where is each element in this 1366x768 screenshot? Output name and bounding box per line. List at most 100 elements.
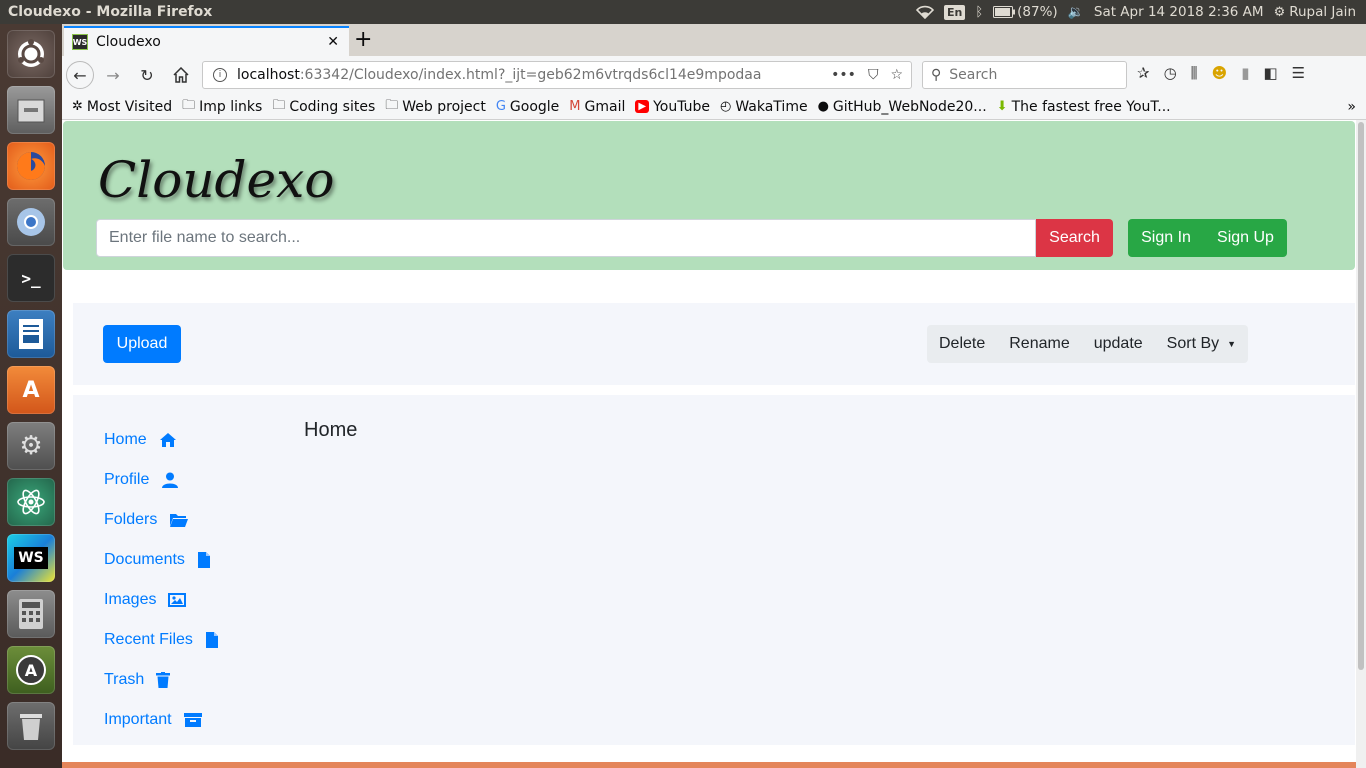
bookmark-label: The fastest free YouT... [1011, 98, 1171, 115]
files-icon[interactable] [7, 86, 55, 134]
library-icon[interactable]: ⫼ [1191, 64, 1198, 82]
info-icon[interactable]: i [213, 68, 227, 82]
writer-icon[interactable] [7, 310, 55, 358]
home-icon [159, 432, 177, 448]
ubuntu-dash-icon[interactable] [7, 30, 55, 78]
extension-icon[interactable]: ▮ [1241, 64, 1249, 82]
bottom-accent-bar [62, 762, 1356, 768]
bookmark-item[interactable]: 🗀 Web project [385, 96, 486, 118]
file-actions-group: Delete Rename update Sort By ▼ [927, 325, 1249, 363]
close-icon[interactable]: ✕ [327, 34, 339, 50]
sort-by-dropdown[interactable]: Sort By ▼ [1155, 325, 1248, 363]
browser-search-input[interactable] [949, 67, 1100, 83]
sidebar-item-label: Recent Files [104, 631, 193, 648]
clock[interactable]: Sat Apr 14 2018 2:36 AM [1094, 4, 1264, 20]
battery-icon [993, 6, 1016, 18]
sidebar-item-important[interactable]: Important [104, 700, 223, 740]
bookmark-label: YouTube [653, 98, 710, 115]
sidebar-item-recent-files[interactable]: Recent Files [104, 620, 223, 660]
tab-cloudexo[interactable]: WS Cloudexo ✕ [64, 26, 349, 56]
history-clock-icon[interactable]: ◷ [1164, 64, 1177, 82]
os-top-bar: Cloudexo - Mozilla Firefox En ᛒ (87%) 🔉 … [0, 0, 1366, 24]
browser-tab-strip: WS Cloudexo ✕ + [62, 24, 1366, 56]
sidebar-item-documents[interactable]: Documents [104, 540, 223, 580]
webstorm-icon[interactable]: WS [7, 534, 55, 582]
sidebar-item-label: Important [104, 711, 172, 728]
chromium-icon[interactable] [7, 198, 55, 246]
home-button[interactable] [166, 60, 196, 90]
new-tab-button[interactable]: + [354, 28, 372, 52]
upload-button[interactable]: Upload [103, 325, 181, 363]
terminal-icon[interactable]: >_ [7, 254, 55, 302]
sidebar-item-trash[interactable]: Trash [104, 660, 223, 700]
bookmark-item[interactable]: G Google [496, 99, 559, 115]
software-center-icon[interactable]: A [7, 366, 55, 414]
firefox-icon[interactable] [7, 142, 55, 190]
bluetooth-icon[interactable]: ᛒ [975, 5, 983, 20]
sidebar-icon[interactable]: ◧ [1263, 64, 1277, 82]
bookmark-item[interactable]: ▶ YouTube [635, 99, 710, 115]
bookmark-item[interactable]: ⬇ The fastest free YouT... [997, 99, 1171, 115]
sidebar-item-folders[interactable]: Folders [104, 500, 223, 540]
wifi-icon[interactable] [915, 5, 934, 19]
github-icon: ● [817, 99, 829, 114]
calculator-icon[interactable] [7, 590, 55, 638]
battery-indicator[interactable]: (87%) [993, 4, 1058, 20]
updater-icon[interactable]: A [7, 646, 55, 694]
browser-search-box[interactable]: ⚲ [922, 61, 1127, 89]
sidebar-item-label: Images [104, 591, 157, 608]
forward-button[interactable]: → [98, 60, 128, 90]
page-viewport: Cloudexo Search Sign In Sign Up Upload D… [62, 120, 1366, 768]
bookmark-label: Imp links [199, 98, 263, 115]
url-bar[interactable]: i localhost:63342/Cloudexo/index.html?_i… [202, 61, 912, 89]
hamburger-menu-icon[interactable]: ☰ [1292, 64, 1305, 82]
bookmark-item[interactable]: 🗀 Imp links [182, 96, 262, 118]
sidebar-item-profile[interactable]: Profile [104, 460, 223, 500]
bookmark-item[interactable]: ● GitHub_WebNode20... [818, 99, 987, 115]
pocket-icon[interactable]: ⛉ [868, 67, 879, 83]
tab-title: Cloudexo [96, 34, 161, 50]
file-icon [197, 552, 215, 568]
bookmark-label: Google [509, 98, 560, 115]
bookmark-item[interactable]: ◴ WakaTime [720, 99, 808, 115]
sidebar-item-images[interactable]: Images [104, 580, 223, 620]
chevron-more-icon[interactable]: » [1347, 99, 1356, 115]
reload-button[interactable]: ↻ [132, 60, 162, 90]
sidebar-item-label: Documents [104, 551, 185, 568]
sidebar-item-label: Trash [104, 671, 145, 688]
bookmark-label: Web project [402, 98, 486, 115]
settings-icon[interactable]: ⚙ [7, 422, 55, 470]
more-actions-icon[interactable]: ••• [831, 67, 856, 83]
keyboard-layout-indicator[interactable]: En [943, 4, 966, 20]
sign-up-button[interactable]: Sign Up [1204, 219, 1287, 257]
trash-icon [156, 672, 174, 688]
bookmarks-bar: ✲ Most Visited 🗀 Imp links 🗀 Coding sites 🗀 Web… [62, 94, 1366, 120]
arrow-left-icon: ← [73, 65, 87, 85]
scrollbar-thumb[interactable] [1358, 122, 1364, 670]
bookmark-label: Gmail [584, 98, 626, 115]
rename-button[interactable]: Rename [997, 325, 1081, 363]
bookmark-star-icon[interactable]: ☆ [890, 67, 903, 83]
arrow-right-icon: → [106, 65, 120, 85]
trash-icon[interactable] [7, 702, 55, 750]
back-button[interactable]: ← [66, 61, 94, 89]
bookmark-item[interactable]: 🗀 Coding sites [272, 96, 375, 118]
gmail-icon: M [569, 99, 581, 114]
page-scrollbar[interactable] [1356, 120, 1366, 768]
update-button[interactable]: update [1082, 325, 1155, 363]
emoji-extension-icon[interactable]: ☻ [1212, 64, 1228, 82]
bookmark-item[interactable]: M Gmail [569, 99, 625, 115]
atom-icon[interactable] [7, 478, 55, 526]
user-name: Rupal Jain [1289, 4, 1356, 20]
file-search-input[interactable] [96, 219, 1036, 257]
user-menu[interactable]: ⚙ Rupal Jain [1274, 4, 1356, 20]
search-button[interactable]: Search [1036, 219, 1113, 257]
sidebar-item-home[interactable]: Home [104, 420, 223, 460]
bookmark-item[interactable]: ✲ Most Visited [72, 99, 172, 115]
volume-icon[interactable]: 🔉 [1068, 5, 1084, 20]
window-title: Cloudexo - Mozilla Firefox [8, 4, 213, 20]
bookmarks-star-icon[interactable]: ✰ [1137, 64, 1150, 82]
delete-button[interactable]: Delete [927, 325, 997, 363]
image-icon [168, 592, 187, 608]
sign-in-button[interactable]: Sign In [1128, 219, 1204, 257]
